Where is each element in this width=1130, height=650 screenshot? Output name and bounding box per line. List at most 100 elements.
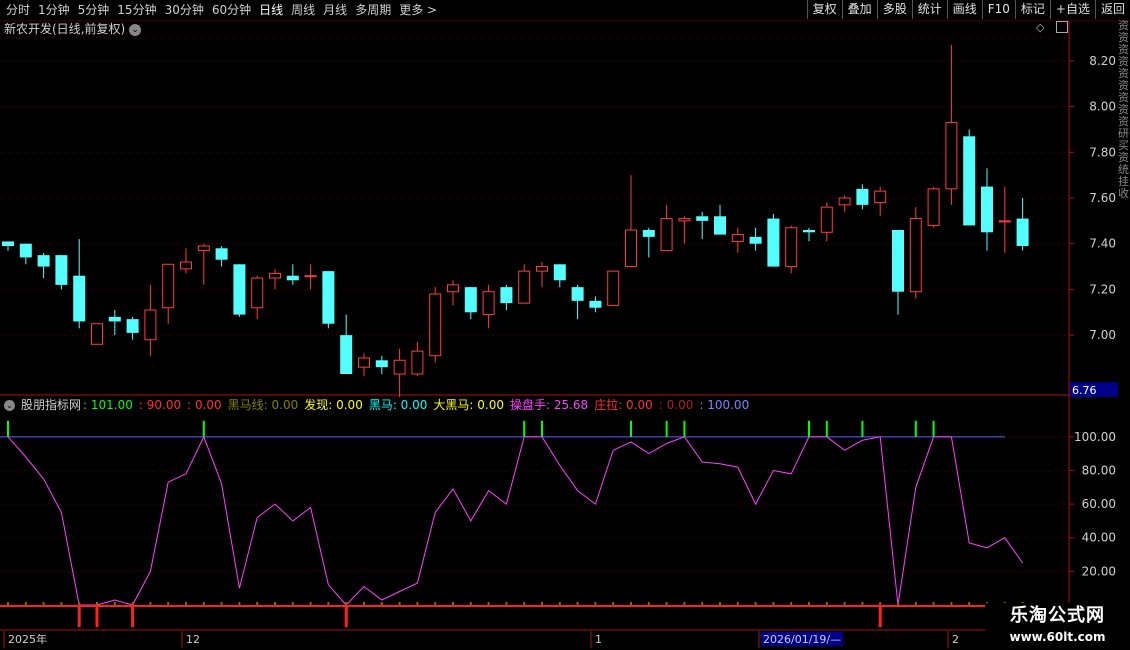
toolbar-button-1[interactable]: 叠加 [841,0,877,19]
time-axis-label: 2026/01/19/— [763,633,841,646]
candle-body [482,291,495,316]
price-tick-label: 7.00 [1089,328,1116,342]
toolbar-button-2[interactable]: 多股 [876,0,912,19]
tab-period-7[interactable]: 周线 [287,2,319,18]
candle-body [180,261,192,270]
candle-body [642,230,655,237]
toolbar-button-7[interactable]: +自选 [1049,0,1095,19]
tab-period-4[interactable]: 30分钟 [161,2,208,18]
baseline-dot [149,602,152,605]
tab-period-5[interactable]: 60分钟 [208,2,255,18]
baseline-dot [24,602,27,605]
price-tick-label: 7.80 [1089,145,1116,159]
candle-body [197,245,210,252]
chevron-down-icon[interactable]: ⌄ [129,23,142,36]
candle-body [927,188,940,226]
price-tick-label: 8.00 [1089,100,1116,114]
top-toolbar: 分时 1分钟 5分钟 15分钟 30分钟 60分钟 日线 周线 月线 多周期 更多 > 复权 叠加 多股… [0,0,1130,21]
toolbar-button-0[interactable]: 复权 [806,0,842,19]
baseline-dot [96,602,98,605]
candle-body [393,359,406,375]
candle-body [37,255,50,267]
indicator-legend-item: 发现: 0.00 [304,398,363,412]
tab-period-3[interactable]: 15分钟 [113,2,160,18]
toolbar-button-4[interactable]: 画线 [946,0,982,19]
candle-body [340,335,353,374]
baseline-dot [131,602,134,605]
candle-body [749,236,762,244]
candle-body [55,255,68,285]
baseline-dot [7,602,9,605]
candle-body [731,234,744,242]
indicator-legend-item: 黑马: 0.00 [368,398,428,412]
chevron-down-icon[interactable]: ⌄ [4,400,15,411]
stock-title[interactable]: 新农开发(日线,前复权) ⌄ [4,21,142,37]
baseline-dot [861,602,864,605]
baseline-dot [291,602,294,605]
baseline-dot [238,602,241,605]
right-info-strip[interactable]: 资资资资资资资资资研买资统挂收 [1118,20,1130,640]
baseline-dot [363,602,365,605]
time-axis-label: 2025年 [8,632,47,646]
baseline-dot [594,602,597,605]
candle-body [963,136,976,226]
price-tick-label: 7.40 [1089,237,1116,251]
indicator-tick-label: 20.00 [1082,564,1116,578]
tab-period-10[interactable]: 更多 > [395,2,441,18]
tab-period-9[interactable]: 多周期 [351,2,395,18]
panel-option-icon[interactable] [1056,21,1068,33]
price-tick-label: 8.20 [1089,54,1116,68]
baseline-dot [665,602,668,605]
candle-body [2,241,14,246]
indicator-legend-item: : 90.00 [138,398,182,412]
baseline-dot [647,602,650,605]
baseline-dot [897,602,899,605]
baseline-dot [434,602,437,605]
baseline-dot [185,602,187,605]
candle-body [856,188,869,205]
toolbar-button-6[interactable]: 标记 [1014,0,1050,19]
toolbar-button-8[interactable]: 返回 [1094,0,1130,19]
period-tabs: 分时 1分钟 5分钟 15分钟 30分钟 60分钟 日线 周线 月线 多周期 更多 > [2,2,441,18]
price-tick-label: 7.20 [1089,282,1116,296]
candle-body [981,186,993,233]
indicator-legend-item: : 0.00 [658,398,694,412]
baseline-dot [790,602,793,605]
baseline-dot [113,602,116,605]
baseline-dot [932,602,935,605]
time-cursor-bg [761,632,843,646]
indicator-legend-item: : 0.00 [187,398,222,412]
stock-title-label: 新农开发(日线,前复权) [4,22,126,36]
toolbar-button-3[interactable]: 统计 [911,0,947,19]
kline-chart[interactable]: 8.20 8.00 7.80 7.60 7.40 7.20 7.00 6.76 100.00 80… [0,0,1130,650]
baseline-dot [60,602,63,605]
tab-period-8[interactable]: 月线 [319,2,351,18]
watermark-url: www.60lt.com [1009,630,1106,644]
baseline-dot [487,602,490,605]
baseline-dot [558,602,561,605]
indicator-legend-item: 操盘手: 25.68 [509,398,589,412]
baseline-dot [523,602,526,605]
baseline-dot [576,602,579,605]
indicator-tick-label: 100.00 [1074,430,1116,444]
baseline-dot [416,602,419,605]
candle-body [607,270,620,306]
tab-period-1[interactable]: 1分钟 [34,2,74,18]
candle-body [304,275,317,278]
toolbar-button-5[interactable]: F10 [981,0,1015,19]
price-tick-label: 7.60 [1089,191,1116,205]
candle-body [909,218,922,293]
candle-body [660,218,673,252]
baseline-dot [736,602,739,605]
tab-period-0[interactable]: 分时 [2,2,34,18]
indicator-legend-item: : 101.00 [83,398,133,412]
baseline-dot [505,602,508,605]
baseline-dot [42,602,45,605]
candle-body [429,293,442,357]
indicator-name[interactable]: 股朋指标网 [21,398,81,412]
indicator-legend-item: : 100.00 [699,398,750,412]
tab-period-2[interactable]: 5分钟 [74,2,114,18]
tab-period-6[interactable]: 日线 [255,2,287,18]
candle-body [820,206,833,233]
diamond-icon[interactable]: ◇ [1036,21,1044,34]
